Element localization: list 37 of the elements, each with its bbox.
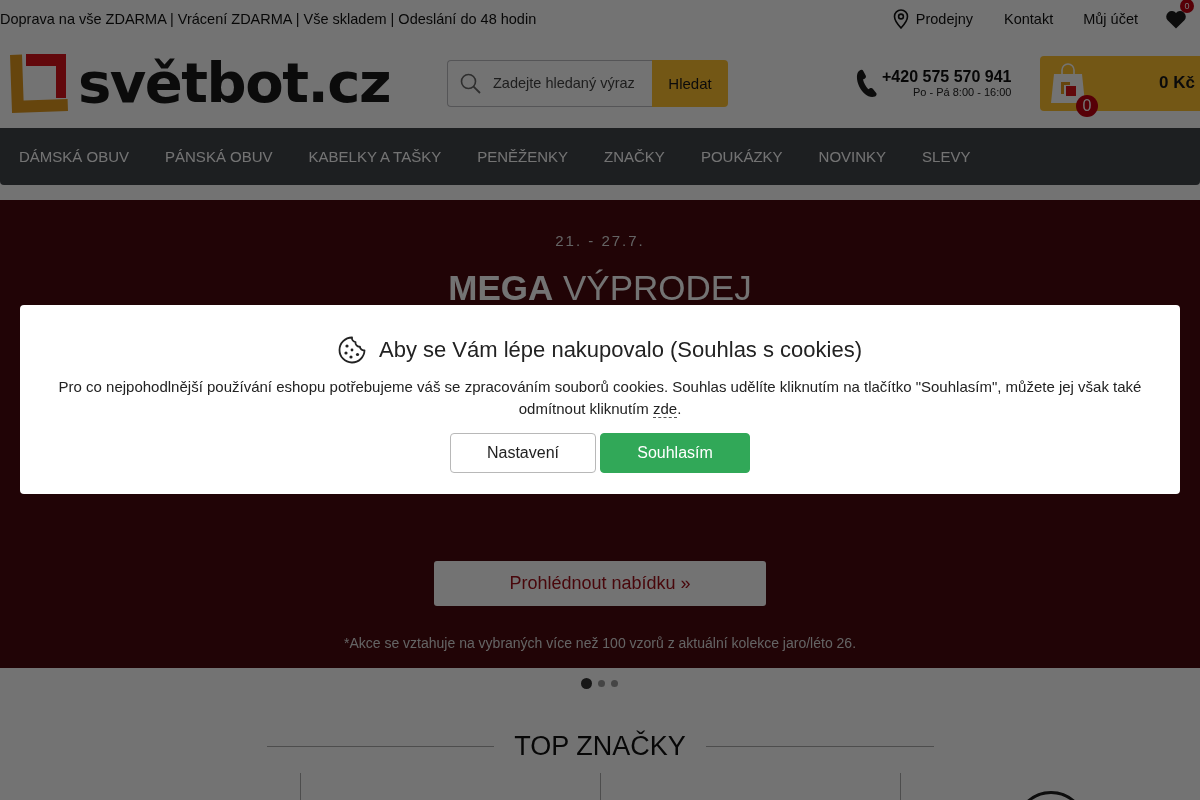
search-icon xyxy=(460,72,481,94)
location-pin-icon xyxy=(892,9,909,29)
menu-item[interactable]: ZNAČKY xyxy=(586,128,683,185)
menu-item[interactable]: NOVINKY xyxy=(800,128,905,185)
menu-item[interactable]: PÁNSKÁ OBUV xyxy=(147,128,291,185)
heart-icon[interactable] xyxy=(1165,9,1187,29)
accept-button[interactable]: Souhlasím xyxy=(600,433,750,473)
slide-dot[interactable] xyxy=(610,679,618,687)
menu-item[interactable]: DÁMSKÁ OBUV xyxy=(1,128,148,185)
section-title: TOP ZNAČKY xyxy=(514,729,686,763)
benefits-text: Doprava na vše ZDARMA | Vrácení ZDARMA | Vše skladem | Odeslání do 48 hodin xyxy=(0,11,537,27)
menu-item[interactable]: PENĚŽENKY xyxy=(459,128,587,185)
settings-button[interactable]: Nastavení xyxy=(450,433,596,473)
phone-number[interactable]: +420 575 570 941 xyxy=(882,68,1012,86)
banner-title: MEGA VÝPRODEJ xyxy=(448,267,752,309)
search-button[interactable]: Hledat xyxy=(652,59,728,107)
wishlist-count-badge: 0 xyxy=(1180,0,1194,13)
cart-count-badge: 0 xyxy=(1076,94,1098,117)
view-offer-button[interactable]: Prohlédnout nabídku » xyxy=(434,561,766,606)
menu-item[interactable]: KABELKY A TAŠKY xyxy=(290,128,460,185)
opening-hours: Po - Pá 8:00 - 16:00 xyxy=(912,86,1012,98)
slide-dot[interactable] xyxy=(580,677,592,689)
dialog-title: Aby se Vám lépe nakupovalo (Souhlas s cookies) xyxy=(378,336,862,364)
cookie-consent-text: Pro co nejpohodlnější používání eshopu potřebujeme váš se zpracováním souborů cookies. Souhlas udělíte kliknutím na tlačítko "Souhlasím", můžete jej však také odmítnout kliknutím zde. xyxy=(57,377,1143,420)
sale-dates: 21. - 27.7. xyxy=(555,231,645,251)
menu-item[interactable]: POUKÁZKY xyxy=(682,128,801,185)
logo-wordmark[interactable]: světbot.cz xyxy=(78,55,390,111)
cookie-icon xyxy=(337,336,366,364)
logo-mark-icon xyxy=(10,53,68,113)
top-link[interactable]: Můj účet xyxy=(1083,11,1138,27)
top-link[interactable]: Kontakt xyxy=(1004,11,1054,27)
stores-link[interactable]: Prodejny xyxy=(892,9,973,29)
search-field[interactable]: Zadejte hledaný výraz xyxy=(447,59,652,107)
banner-footnote: *Akce se vztahuje na vybraných více než 100 vzorů z aktuální kolekce jaro/léto 26. xyxy=(343,634,857,652)
slide-dot[interactable] xyxy=(597,679,605,687)
refuse-link[interactable]: zde xyxy=(652,400,678,418)
menu-item[interactable]: SLEVY xyxy=(904,128,989,185)
